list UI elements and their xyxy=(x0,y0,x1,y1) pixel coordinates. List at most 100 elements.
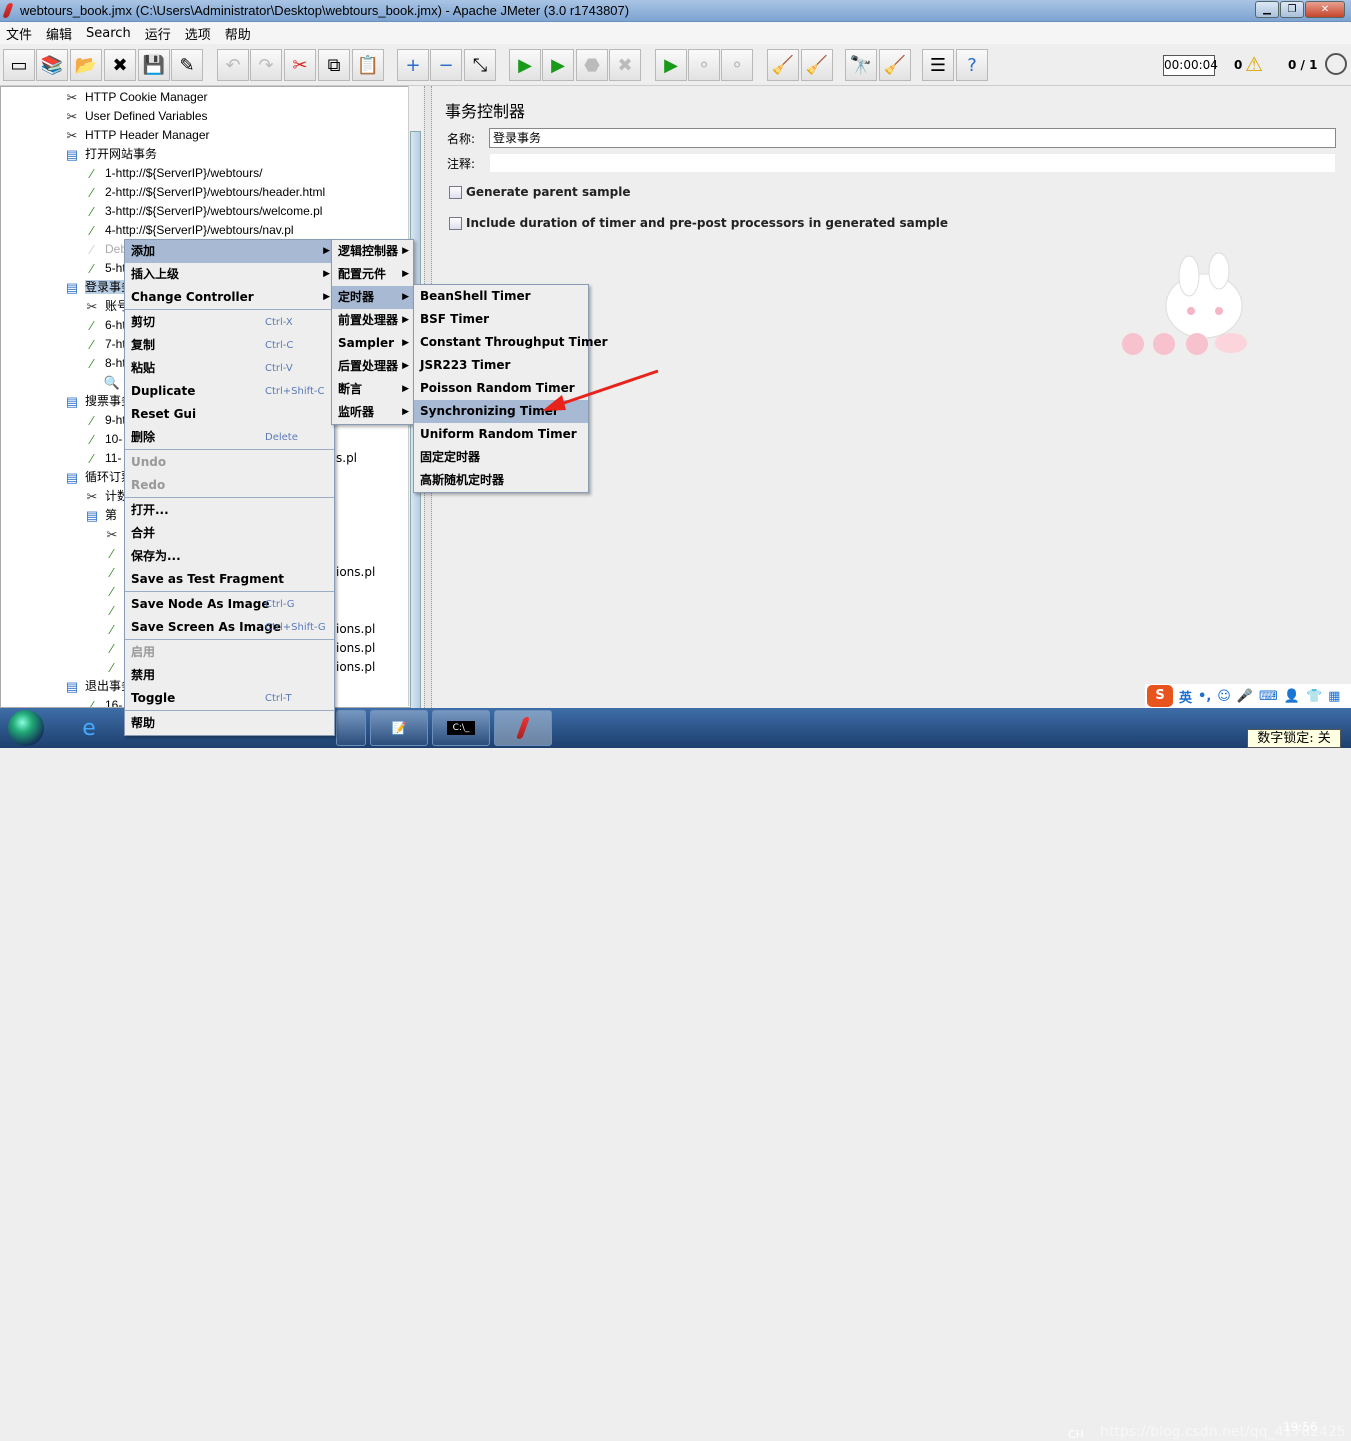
clear-button[interactable]: 🧹 xyxy=(767,49,799,81)
language-indicator[interactable]: CH xyxy=(1068,1428,1084,1441)
microphone-icon[interactable]: 🎤 xyxy=(1237,689,1253,704)
tree-node[interactable]: ⁄ xyxy=(103,658,125,677)
context-menu-item[interactable]: 删除 Delete xyxy=(125,426,334,449)
add-submenu-item[interactable]: 前置处理器 ▶ xyxy=(332,309,413,332)
add-submenu-item[interactable]: 断言 ▶ xyxy=(332,378,413,401)
open-button[interactable]: 📂 xyxy=(70,49,102,81)
skin-icon[interactable]: 👕 xyxy=(1306,689,1322,704)
tree-node[interactable]: ⁄ Deb xyxy=(83,240,127,259)
cut-button[interactable]: ✂ xyxy=(284,49,316,81)
context-menu-item[interactable]: 剪切 Ctrl-X xyxy=(125,311,334,334)
tree-node[interactable]: ⁄ 8-ht xyxy=(83,354,126,373)
name-input[interactable]: 登录事务 xyxy=(489,128,1336,148)
templates-button[interactable]: 📚 xyxy=(36,49,68,81)
start-button[interactable] xyxy=(8,710,44,746)
new-button[interactable]: ▭ xyxy=(3,49,35,81)
context-menu-item[interactable]: 粘贴 Ctrl-V xyxy=(125,357,334,380)
restore-button[interactable]: ❐ xyxy=(1280,1,1304,18)
timer-menu-item[interactable]: Uniform Random Timer xyxy=(414,423,588,446)
shutdown-button[interactable]: ✖ xyxy=(609,49,641,81)
timer-menu-item[interactable]: 高斯随机定时器 xyxy=(414,469,588,492)
tree-node[interactable]: ⁄ 1-http://${ServerIP}/webtours/ xyxy=(83,164,263,183)
tree-node[interactable]: ⁄ 4-http://${ServerIP}/webtours/nav.pl xyxy=(83,221,294,240)
tree-node[interactable]: ✂ User Defined Variables xyxy=(63,107,208,126)
context-menu-item[interactable]: Save Node As Image Ctrl-G xyxy=(125,593,334,616)
tree-node[interactable]: ⁄ xyxy=(103,639,125,658)
context-menu-item[interactable]: 打开... xyxy=(125,499,334,522)
add-submenu-item[interactable]: 监听器 ▶ xyxy=(332,401,413,424)
tree-node[interactable]: ✂ HTTP Cookie Manager xyxy=(63,88,208,107)
context-menu-item[interactable]: 禁用 xyxy=(125,664,334,687)
user-icon[interactable]: 👤 xyxy=(1284,689,1300,704)
tree-node[interactable]: ⁄ xyxy=(103,544,125,563)
clock[interactable]: 19:56 xyxy=(1283,1420,1318,1434)
tree-node[interactable]: ⁄ 7-ht xyxy=(83,335,126,354)
menu-0[interactable]: 文件 xyxy=(6,24,32,43)
context-menu-item[interactable]: Save Screen As Image Ctrl+Shift-G xyxy=(125,616,334,639)
ie-icon[interactable]: e xyxy=(60,710,118,746)
tree-node[interactable]: 🔍 xyxy=(103,373,125,392)
taskbar-jmeter[interactable] xyxy=(494,710,552,746)
menu-5[interactable]: 帮助 xyxy=(225,24,251,43)
context-menu-item[interactable]: Change Controller ▶ xyxy=(125,286,334,309)
timer-menu-item[interactable]: 固定定时器 xyxy=(414,446,588,469)
menu-2[interactable]: Search xyxy=(86,26,131,41)
tree-node[interactable]: ✂ xyxy=(103,525,125,544)
context-menu-item[interactable]: Save as Test Fragment xyxy=(125,568,334,591)
add-submenu-item[interactable]: 逻辑控制器 ▶ xyxy=(332,240,413,263)
keyboard-icon[interactable]: ⌨ xyxy=(1259,689,1278,704)
tree-node[interactable]: ⁄ xyxy=(103,601,125,620)
ime-mode[interactable]: 英 xyxy=(1179,687,1192,706)
ime-punctuation[interactable]: •, xyxy=(1198,689,1211,704)
menu-3[interactable]: 运行 xyxy=(145,24,171,43)
timer-menu-item[interactable]: BSF Timer xyxy=(414,308,588,331)
taskbar-notepad[interactable]: 📝 xyxy=(370,710,428,746)
context-menu-item[interactable]: 启用 xyxy=(125,641,334,664)
tree-node[interactable]: ⁄ 2-http://${ServerIP}/webtours/header.ht… xyxy=(83,183,325,202)
tree-node[interactable]: ⁄ 9-ht xyxy=(83,411,126,430)
copy-button[interactable]: ⧉ xyxy=(318,49,350,81)
clear-all-button[interactable]: 🧹 xyxy=(801,49,833,81)
remote-start-button[interactable]: ▶ xyxy=(655,49,687,81)
help-button[interactable]: ? xyxy=(956,49,988,81)
add-submenu-item[interactable]: Sampler ▶ xyxy=(332,332,413,355)
start-no-timers-button[interactable]: ▶ xyxy=(542,49,574,81)
tree-node[interactable]: ⁄ xyxy=(103,563,125,582)
save-button[interactable]: 💾 xyxy=(138,49,170,81)
generate-parent-checkbox[interactable]: Generate parent sample xyxy=(449,185,631,199)
close-button[interactable]: ✕ xyxy=(1305,1,1345,18)
context-menu-item[interactable]: Redo xyxy=(125,474,334,497)
search-button[interactable]: 🔭 xyxy=(845,49,877,81)
tree-node[interactable]: ✂ HTTP Header Manager xyxy=(63,126,210,145)
context-menu-item[interactable]: Duplicate Ctrl+Shift-C xyxy=(125,380,334,403)
checkbox-box[interactable] xyxy=(449,216,462,230)
context-menu-item[interactable]: 插入上级 ▶ xyxy=(125,263,334,286)
taskbar-cmd[interactable]: C:\_ xyxy=(432,710,490,746)
expand-button[interactable]: + xyxy=(397,49,429,81)
context-menu-item[interactable]: 保存为... xyxy=(125,545,334,568)
menu-1[interactable]: 编辑 xyxy=(46,24,72,43)
context-menu-item[interactable]: 添加 ▶ xyxy=(125,240,334,263)
tree-node[interactable]: ▤ 登录事务 xyxy=(63,278,134,297)
paste-button[interactable]: 📋 xyxy=(352,49,384,81)
tree-node[interactable]: ⁄ 5-ht xyxy=(83,259,126,278)
tree-node[interactable]: ▤ 打开网站事务 xyxy=(63,145,157,164)
tree-node[interactable]: ⁄ 3-http://${ServerIP}/webtours/welcome.p… xyxy=(83,202,323,221)
tree-node[interactable]: ▤ 第 xyxy=(83,506,117,525)
tree-node[interactable]: ✂ 计数 xyxy=(83,487,129,506)
add-submenu-item[interactable]: 定时器 ▶ xyxy=(332,286,413,309)
tree-node[interactable]: ▤ 循环订票 xyxy=(63,468,133,487)
function-helper-button[interactable]: ☰ xyxy=(922,49,954,81)
tree-node[interactable]: ✂ 账号 xyxy=(83,297,129,316)
context-menu-item[interactable]: Undo xyxy=(125,451,334,474)
undo-button[interactable]: ↶ xyxy=(217,49,249,81)
toggle-button[interactable]: ⤡ xyxy=(464,49,496,81)
context-menu-item[interactable]: Toggle Ctrl-T xyxy=(125,687,334,710)
tree-node[interactable]: ⁄ 16- xyxy=(83,696,122,707)
tree-node[interactable]: ⁄ 6-ht xyxy=(83,316,126,335)
remote-stop-button[interactable]: ⚬ xyxy=(688,49,720,81)
include-timers-checkbox[interactable]: Include duration of timer and pre-post p… xyxy=(449,216,948,230)
tree-node[interactable]: ⁄ 11- xyxy=(83,449,122,468)
emoji-icon[interactable]: ☺ xyxy=(1217,689,1231,704)
tree-node[interactable]: ▤ 搜票事务 xyxy=(63,392,133,411)
